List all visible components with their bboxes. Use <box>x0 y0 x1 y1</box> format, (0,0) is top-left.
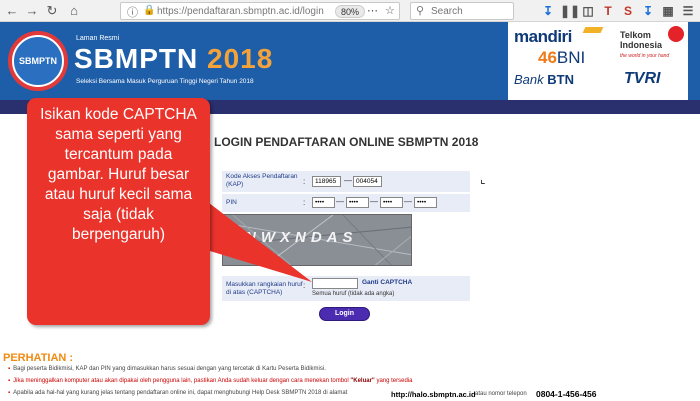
page-actions-icon[interactable]: ⋯ <box>367 4 378 17</box>
captcha-label: Masukkan rangkaian huruf di atas (CAPTCH… <box>226 281 303 296</box>
pin-field-2[interactable] <box>346 197 369 208</box>
captcha-text: NWXNDAS <box>245 229 358 246</box>
download-icon[interactable]: ↧ <box>540 3 556 19</box>
sidebar-icon[interactable]: ◫ <box>580 3 596 19</box>
tvri-logo: TVRI <box>624 70 661 87</box>
kap-label: Kode Akses Pendaftaran (KAP) <box>226 173 298 188</box>
site-header: SBMPTN Laman Resmi SBMPTN 2018 Seleksi B… <box>0 22 700 100</box>
pin-dash-2: — <box>370 197 378 206</box>
tool-t-icon[interactable]: T <box>600 3 616 19</box>
bni-46-mark: 46 <box>538 48 557 67</box>
brand-title: SBMPTN 2018 <box>74 44 273 74</box>
callout-text: Isikan kode CAPTCHA sama seperti yang te… <box>40 106 197 243</box>
info-icon[interactable]: ⓘ <box>127 4 138 20</box>
note-text: Jika meninggalkan komputer atau akan dip… <box>13 378 349 384</box>
kap-dash: — <box>344 176 352 185</box>
pin-label: PIN <box>226 199 237 206</box>
pin-row: PIN : — — — <box>222 193 470 212</box>
bullet-icon: ▪ <box>8 378 11 384</box>
help-phone-number: 0804-1-456-456 <box>536 389 597 399</box>
telkom-indonesia-text: Indonesia <box>620 40 663 50</box>
bni-logo: 46BNI <box>538 48 585 68</box>
note-text: Bagi peserta Bidikmisi, KAP dan PIN yang… <box>13 366 326 372</box>
keluar-tail: yang tersedia <box>376 378 413 384</box>
help-desk-link[interactable]: http://halo.sbmptn.ac.id <box>391 390 476 399</box>
telkom-text: Telkom <box>620 30 651 40</box>
reload-icon[interactable]: ↻ <box>44 3 60 19</box>
note-text: Apabila ada hal-hal yang kurang jelas te… <box>13 390 348 396</box>
pin-field-4[interactable] <box>414 197 437 208</box>
ganti-captcha-link[interactable]: Ganti CAPTCHA <box>362 279 412 286</box>
text-cursor-icon: ⌞ <box>480 172 486 186</box>
brand-subtitle: Seleksi Bersama Masuk Perguruan Tinggi N… <box>76 78 254 85</box>
download-icon-2[interactable]: ↧ <box>640 3 656 19</box>
btn-text: BTN <box>547 72 574 87</box>
telkom-mark-icon <box>668 26 684 42</box>
btn-prefix: Bank <box>514 72 544 87</box>
instruction-callout: Isikan kode CAPTCHA sama seperti yang te… <box>27 98 210 325</box>
kap-field-2[interactable] <box>353 176 382 187</box>
btn-logo: Bank BTN <box>514 72 574 87</box>
menu-icon[interactable]: ☰ <box>680 3 696 19</box>
zoom-indicator[interactable]: 80% <box>335 5 366 18</box>
logo-text: SBMPTN <box>12 35 64 87</box>
pin-field-1[interactable] <box>312 197 335 208</box>
brand-year: 2018 <box>207 43 274 74</box>
pin-separator: : <box>303 198 306 207</box>
pin-field-3[interactable] <box>380 197 403 208</box>
captcha-input[interactable] <box>312 278 358 289</box>
tool-s-icon[interactable]: S <box>620 3 636 19</box>
mandiri-logo: mandiri <box>514 27 572 46</box>
pin-dash-3: — <box>404 197 412 206</box>
home-icon[interactable]: ⌂ <box>66 3 82 19</box>
page-title: LOGIN PENDAFTARAN ONLINE SBMPTN 2018 <box>214 135 479 149</box>
mandiri-mark-icon <box>582 27 604 33</box>
note-item: ▪ Jika meninggalkan komputer atau akan di… <box>8 378 412 384</box>
url-text[interactable]: https://pendaftaran.sbmptn.ac.id/login <box>157 6 325 17</box>
note-item: ▪ Bagi peserta Bidikmisi, KAP dan PIN yan… <box>8 366 326 372</box>
login-button[interactable]: Login <box>319 307 370 321</box>
extension-icon[interactable]: ▦ <box>660 3 676 19</box>
keluar-text: "Keluar" <box>350 378 375 384</box>
sponsor-panel: mandiri 46BNI Bank BTN Telkom Indonesia t… <box>508 22 688 100</box>
kap-row: Kode Akses Pendaftaran (KAP) : — <box>222 170 470 192</box>
help-tail-text: atau nomor telepon <box>475 391 527 397</box>
lock-icon: 🔒 <box>143 5 156 16</box>
bullet-icon: ▪ <box>8 390 11 396</box>
kap-separator: : <box>303 177 306 186</box>
perhatian-heading: PERHATIAN : <box>3 352 74 364</box>
telkom-tagline: the world in your hand <box>620 53 670 59</box>
pin-dash-1: — <box>336 197 344 206</box>
captcha-hint: Semua huruf (tidak ada angka) <box>312 291 395 297</box>
captcha-row: Masukkan rangkaian huruf di atas (CAPTCH… <box>222 275 470 301</box>
kap-field-1[interactable] <box>312 176 341 187</box>
browser-toolbar: ← → ↻ ⌂ ⓘ 🔒 https://pendaftaran.sbmptn.a… <box>0 0 700 22</box>
sbmptn-logo: SBMPTN <box>8 31 68 91</box>
library-icon[interactable]: ❚❚ <box>560 3 580 19</box>
laman-resmi-label: Laman Resmi <box>76 35 120 42</box>
search-box[interactable]: ⚲ <box>410 2 514 20</box>
back-arrow-icon[interactable]: ← <box>4 3 20 19</box>
captcha-image: NWXNDAS <box>222 214 412 266</box>
forward-arrow-icon[interactable]: → <box>24 3 40 19</box>
bookmark-star-icon[interactable]: ☆ <box>385 4 395 17</box>
bni-text: BNI <box>556 48 586 67</box>
search-input[interactable] <box>431 5 509 17</box>
address-bar[interactable]: ⓘ 🔒 https://pendaftaran.sbmptn.ac.id/log… <box>120 2 400 20</box>
telkom-logo: Telkom Indonesia <box>620 30 662 50</box>
note-item: ▪ Apabila ada hal-hal yang kurang jelas t… <box>8 390 347 396</box>
captcha-separator: : <box>303 281 306 290</box>
search-icon: ⚲ <box>416 5 425 17</box>
bullet-icon: ▪ <box>8 366 11 372</box>
brand-name: SBMPTN <box>74 43 199 74</box>
